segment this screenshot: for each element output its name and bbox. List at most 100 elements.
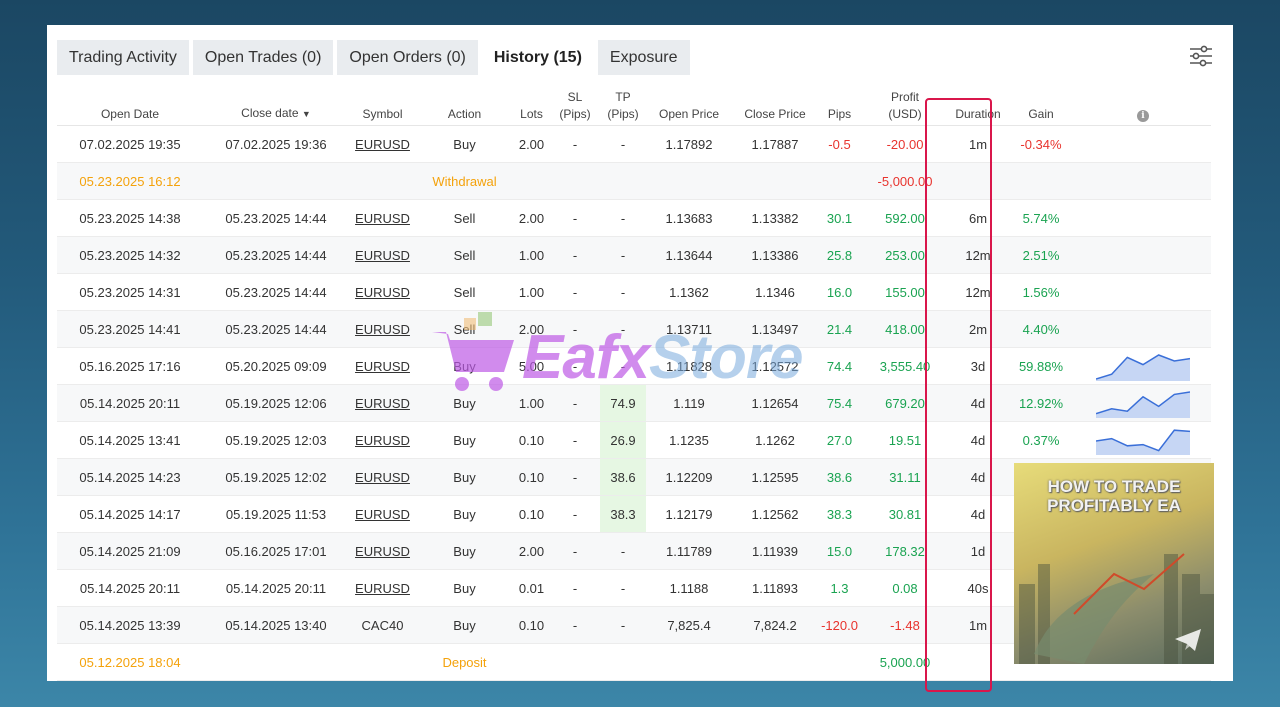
- col-tp[interactable]: TP (Pips): [600, 80, 646, 126]
- blank-cell: [513, 643, 550, 681]
- withdrawal-row[interactable]: 05.23.2025 16:12 Withdrawal -5,000.00: [57, 162, 1211, 200]
- col-symbol[interactable]: Symbol: [349, 80, 416, 126]
- profit-cell: 418.00: [861, 310, 949, 348]
- open-price-cell: 1.13683: [646, 199, 732, 237]
- col-sl-label: SL: [567, 90, 583, 104]
- symbol-link[interactable]: EURUSD: [355, 581, 410, 596]
- gain-cell: 2.51%: [1007, 236, 1075, 274]
- close-price-cell: 1.13497: [732, 310, 818, 348]
- action-cell: Sell: [416, 310, 513, 348]
- symbol-link[interactable]: EURUSD: [355, 211, 410, 226]
- gain-cell: 12.92%: [1007, 384, 1075, 422]
- telegram-send-icon[interactable]: [1174, 628, 1202, 652]
- sparkline-cell: [1075, 125, 1211, 163]
- symbol-link[interactable]: EURUSD: [355, 248, 410, 263]
- symbol-link[interactable]: EURUSD: [355, 396, 410, 411]
- sparkline-cell: [1075, 347, 1211, 385]
- sl-cell: -: [550, 347, 600, 385]
- symbol-cell: EURUSD: [349, 236, 416, 274]
- sl-cell: -: [550, 236, 600, 274]
- symbol-link[interactable]: EURUSD: [355, 470, 410, 485]
- sl-cell: -: [550, 384, 600, 422]
- col-open-date[interactable]: Open Date: [57, 80, 203, 126]
- lots-cell: 1.00: [513, 236, 550, 274]
- col-close-price[interactable]: Close Price: [732, 80, 818, 126]
- col-open-price[interactable]: Open Price: [646, 80, 732, 126]
- table-row[interactable]: 05.14.2025 20:11 05.19.2025 12:06 EURUSD Bu…: [57, 384, 1211, 422]
- open-date-cell: 05.23.2025 14:31: [57, 273, 203, 311]
- blank-cell: [949, 643, 1007, 681]
- profit-cell: 178.32: [861, 532, 949, 570]
- action-cell: Buy: [416, 606, 513, 644]
- tab-open-trades[interactable]: Open Trades (0): [192, 40, 334, 75]
- filter-settings-icon[interactable]: [1189, 45, 1213, 67]
- sparkline-cell: [1075, 199, 1211, 237]
- blank-cell: [646, 162, 732, 200]
- sl-cell: -: [550, 199, 600, 237]
- profit-cell: 592.00: [861, 199, 949, 237]
- close-price-cell: 1.1262: [732, 421, 818, 459]
- symbol-link[interactable]: EURUSD: [355, 137, 410, 152]
- tab-exposure[interactable]: Exposure: [597, 40, 690, 75]
- profit-cell: 19.51: [861, 421, 949, 459]
- close-price-cell: 1.12562: [732, 495, 818, 533]
- pips-cell: 27.0: [818, 421, 861, 459]
- symbol-link[interactable]: EURUSD: [355, 285, 410, 300]
- col-duration[interactable]: Duration: [949, 80, 1007, 126]
- pips-cell: 38.6: [818, 458, 861, 496]
- open-price-cell: 1.1188: [646, 569, 732, 607]
- tab-open-orders[interactable]: Open Orders (0): [337, 40, 478, 75]
- table-row[interactable]: 05.14.2025 13:41 05.19.2025 12:03 EURUSD Bu…: [57, 421, 1211, 459]
- table-row[interactable]: 07.02.2025 19:35 07.02.2025 19:36 EURUSD Bu…: [57, 125, 1211, 163]
- col-gain[interactable]: Gain: [1007, 80, 1075, 126]
- close-price-cell: 1.13386: [732, 236, 818, 274]
- sl-cell: -: [550, 458, 600, 496]
- open-price-cell: 7,825.4: [646, 606, 732, 644]
- profit-cell: 253.00: [861, 236, 949, 274]
- blank-cell: [203, 162, 349, 200]
- col-profit[interactable]: Profit (USD): [861, 80, 949, 126]
- ad-card[interactable]: HOW TO TRADE PROFITABLY EA: [1014, 463, 1214, 664]
- duration-cell: 3d: [949, 347, 1007, 385]
- symbol-cell: EURUSD: [349, 199, 416, 237]
- open-date-cell: 07.02.2025 19:35: [57, 125, 203, 163]
- col-action[interactable]: Action: [416, 80, 513, 126]
- open-date-cell: 05.14.2025 21:09: [57, 532, 203, 570]
- action-cell: Buy: [416, 495, 513, 533]
- open-price-cell: 1.1362: [646, 273, 732, 311]
- info-icon[interactable]: i: [1137, 110, 1149, 122]
- symbol-link[interactable]: EURUSD: [355, 544, 410, 559]
- symbol-link[interactable]: EURUSD: [355, 359, 410, 374]
- tab-history[interactable]: History (15): [481, 40, 594, 75]
- col-pips[interactable]: Pips: [818, 80, 861, 126]
- table-row[interactable]: 05.23.2025 14:32 05.23.2025 14:44 EURUSD Se…: [57, 236, 1211, 274]
- open-date-cell: 05.23.2025 14:41: [57, 310, 203, 348]
- action-cell: Sell: [416, 236, 513, 274]
- table-row[interactable]: 05.23.2025 14:31 05.23.2025 14:44 EURUSD Se…: [57, 273, 1211, 311]
- col-sl[interactable]: SL (Pips): [550, 80, 600, 126]
- symbol-link[interactable]: EURUSD: [355, 433, 410, 448]
- blank-cell: [818, 162, 861, 200]
- gain-cell: 1.56%: [1007, 273, 1075, 311]
- table-row[interactable]: 05.23.2025 14:41 05.23.2025 14:44 EURUSD Se…: [57, 310, 1211, 348]
- table-row[interactable]: 05.16.2025 17:16 05.20.2025 09:09 EURUSD Bu…: [57, 347, 1211, 385]
- col-lots[interactable]: Lots: [513, 80, 550, 126]
- open-price-cell: 1.13644: [646, 236, 732, 274]
- symbol-link[interactable]: EURUSD: [355, 322, 410, 337]
- open-price-cell: 1.17892: [646, 125, 732, 163]
- tab-trading-activity[interactable]: Trading Activity: [57, 40, 189, 75]
- symbol-cell: EURUSD: [349, 532, 416, 570]
- open-date-cell: 05.14.2025 14:17: [57, 495, 203, 533]
- table-row[interactable]: 05.23.2025 14:38 05.23.2025 14:44 EURUSD Se…: [57, 199, 1211, 237]
- close-price-cell: 1.17887: [732, 125, 818, 163]
- symbol-link[interactable]: EURUSD: [355, 507, 410, 522]
- symbol-cell: EURUSD: [349, 495, 416, 533]
- profit-cell: 30.81: [861, 495, 949, 533]
- sl-cell: -: [550, 569, 600, 607]
- open-date-cell: 05.23.2025 14:38: [57, 199, 203, 237]
- blank-cell: [600, 643, 646, 681]
- col-close-date[interactable]: Close date ▼: [203, 80, 349, 126]
- gain-cell: 4.40%: [1007, 310, 1075, 348]
- open-price-cell: 1.11789: [646, 532, 732, 570]
- open-date-cell: 05.14.2025 14:23: [57, 458, 203, 496]
